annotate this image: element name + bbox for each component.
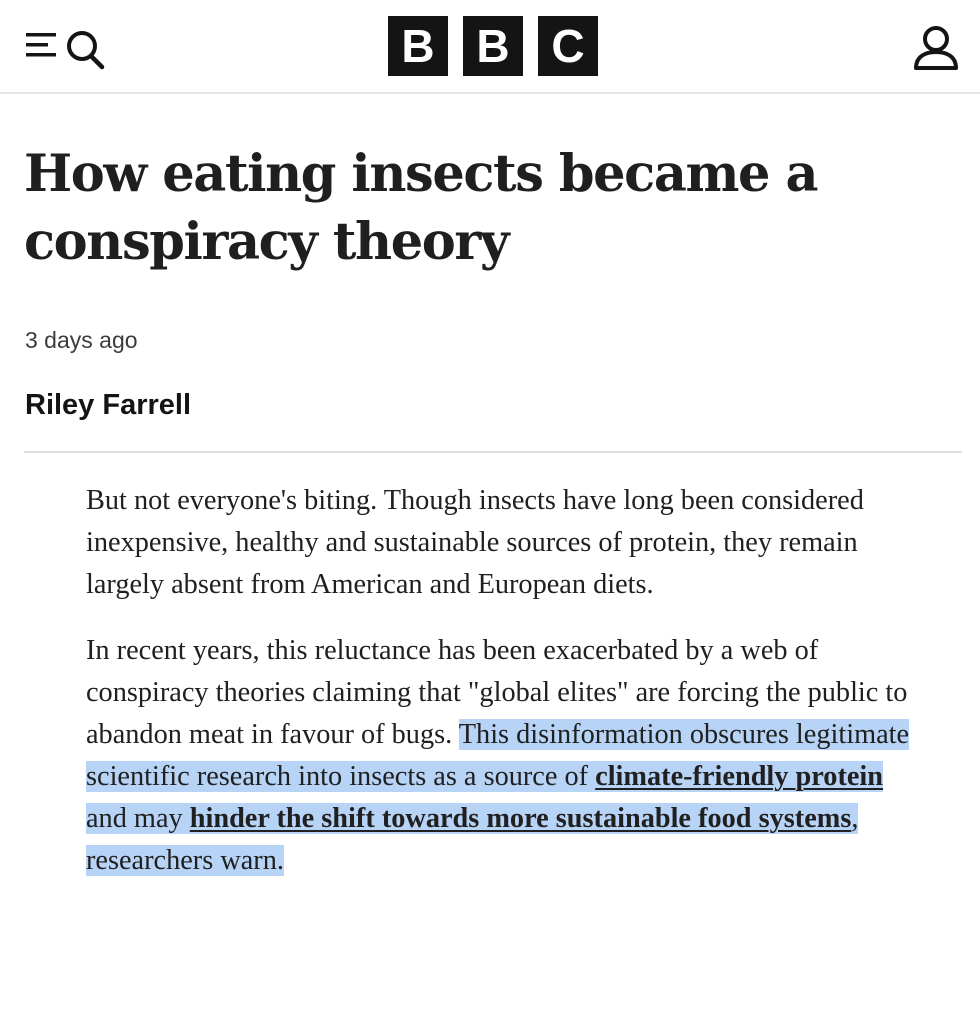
menu-search-button[interactable] bbox=[24, 26, 110, 70]
logo-letter-b1: B bbox=[388, 16, 448, 76]
article-body: But not everyone's biting. Though insect… bbox=[86, 480, 926, 906]
article-paragraph-2: In recent years, this reluctance has bee… bbox=[86, 630, 926, 882]
logo-letter-b2: B bbox=[463, 16, 523, 76]
account-icon[interactable] bbox=[910, 24, 962, 72]
site-header: B B C bbox=[0, 0, 980, 94]
logo-letter-c: C bbox=[538, 16, 598, 76]
selected-text-mid: and may bbox=[86, 803, 190, 834]
article-headline: How eating insects became a conspiracy t… bbox=[24, 144, 818, 272]
article-paragraph-1: But not everyone's biting. Though insect… bbox=[86, 485, 864, 600]
article-timestamp: 3 days ago bbox=[25, 327, 138, 353]
search-icon bbox=[67, 31, 105, 70]
link-hinder-shift[interactable]: hinder the shift towards more sustainabl… bbox=[190, 803, 852, 834]
byline-divider bbox=[24, 451, 962, 453]
bbc-logo[interactable]: B B C bbox=[388, 16, 598, 76]
article-author[interactable]: Riley Farrell bbox=[25, 389, 191, 422]
menu-icon bbox=[26, 33, 56, 57]
link-climate-friendly-protein[interactable]: climate-friendly protein bbox=[595, 761, 883, 792]
